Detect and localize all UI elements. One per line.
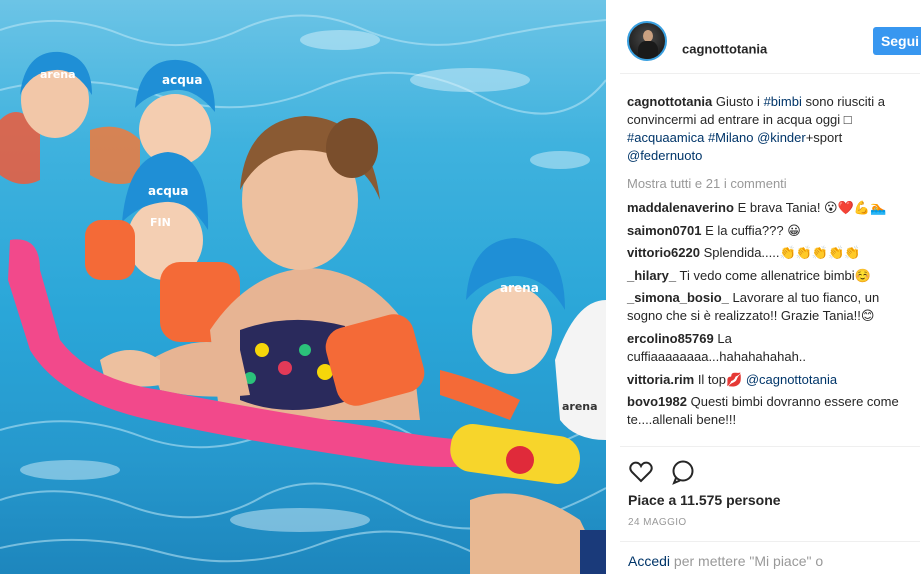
post-actions: Piace a 11.575 persone 24 MAGGIO Accedi …: [620, 446, 920, 574]
svg-text:arena: arena: [500, 281, 539, 295]
comment-text: Ti vedo come allenatrice bimbi☺️: [679, 267, 871, 283]
comment-item: _hilary_ Ti vedo come allenatrice bimbi☺…: [627, 267, 907, 285]
mention-kinder[interactable]: @kinder: [757, 130, 806, 145]
username-link[interactable]: cagnottotania: [682, 42, 767, 57]
comment-item: ercolino85769 La cuffiaaaaaaaa...hahahah…: [627, 330, 907, 366]
follow-button[interactable]: Segui: [873, 27, 921, 55]
post-photo[interactable]: arena acqua acqua FIN arena arena: [0, 0, 606, 574]
comment-text: E brava Tania! 😮❤️💪🏊: [737, 200, 887, 215]
comment-text: Il top💋: [697, 371, 743, 387]
login-text: per mettere "Mi piace" o: [673, 553, 824, 569]
comment-item: _simona_bosio_ Lavorare al tuo fianco, u…: [627, 289, 907, 325]
comment-item: bovo1982 Questi bimbi dovranno essere co…: [627, 393, 907, 429]
comment-item: vittoria.rim Il top💋 @cagnottotania: [627, 371, 907, 389]
pool-scene: arena acqua acqua FIN arena arena: [0, 14, 606, 574]
caption-username[interactable]: cagnottotania: [627, 94, 712, 109]
comment-text: Splendida.....👏👏👏👏👏: [703, 245, 861, 261]
avatar-body: [638, 41, 658, 59]
comment-item: maddalenaverino E brava Tania! 😮❤️💪🏊: [627, 199, 907, 217]
caption-text-3: +sport: [805, 130, 843, 145]
mention-federnuoto[interactable]: @federnuoto: [627, 148, 702, 163]
mention-cagnottotania[interactable]: @cagnottotania: [746, 372, 837, 387]
comment-username[interactable]: maddalenaverino: [627, 200, 734, 215]
post-date: 24 MAGGIO: [628, 517, 687, 528]
caption-text: Giusto i: [715, 94, 760, 109]
svg-text:acqua: acqua: [148, 184, 188, 198]
login-link[interactable]: Accedi: [628, 553, 670, 569]
comment-username[interactable]: ercolino85769: [627, 331, 714, 346]
comment-item: saimon0701 E la cuffia??? 😀: [627, 222, 907, 240]
hashtag-milano[interactable]: #Milano: [708, 130, 754, 145]
svg-text:FIN: FIN: [150, 216, 171, 229]
hashtag-bimbi[interactable]: #bimbi: [764, 94, 802, 109]
comment-username[interactable]: vittoria.rim: [627, 372, 694, 387]
svg-text:arena: arena: [40, 68, 76, 81]
likes-count[interactable]: Piace a 11.575 persone: [628, 492, 781, 508]
heart-icon[interactable]: [628, 459, 654, 485]
comment-username[interactable]: _hilary_: [627, 268, 676, 283]
comment-username[interactable]: saimon0701: [627, 223, 701, 238]
comment-username[interactable]: _simona_bosio_: [627, 290, 729, 305]
divider: [620, 541, 920, 542]
svg-text:acqua: acqua: [162, 73, 202, 87]
comment-text: E la cuffia??? 😀: [705, 222, 801, 238]
action-icons: [628, 459, 708, 485]
view-all-comments-link[interactable]: Mostra tutti e 21 i commenti: [627, 175, 907, 193]
svg-text:arena: arena: [562, 400, 598, 413]
caption: cagnottotania Giusto i #bimbi sono riusc…: [627, 93, 907, 165]
post-header: cagnottotania Segui: [620, 14, 921, 74]
comment-username[interactable]: vittorio6220: [627, 245, 700, 260]
comments-list: cagnottotania Giusto i #bimbi sono riusc…: [627, 93, 907, 434]
comment-item: vittorio6220 Splendida.....👏👏👏👏👏: [627, 244, 907, 262]
comment-username[interactable]: bovo1982: [627, 394, 687, 409]
login-prompt: Accedi per mettere "Mi piace" o: [628, 553, 823, 569]
post-sidebar: cagnottotania Segui cagnottotania Giusto…: [606, 0, 921, 574]
comment-bubble-icon[interactable]: [670, 459, 696, 485]
hashtag-acquaamica[interactable]: #acquaamica: [627, 130, 704, 145]
avatar[interactable]: [627, 21, 667, 61]
